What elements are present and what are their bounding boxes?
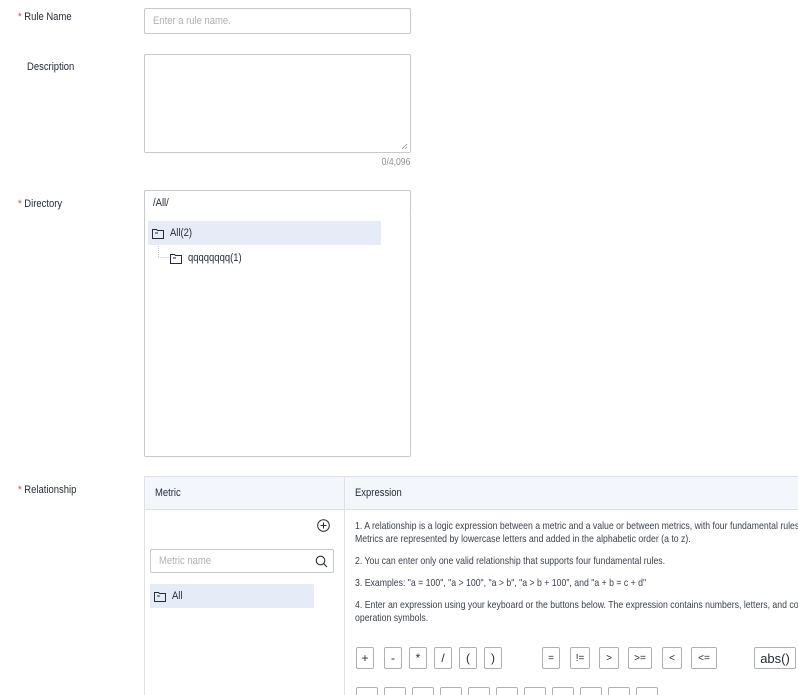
operator-button[interactable]	[552, 687, 574, 695]
rule-name-placeholder: Enter a rule name.	[153, 15, 231, 27]
tree-connector	[158, 246, 169, 258]
folder-icon	[170, 253, 182, 264]
tree-item-qqqqqqqq[interactable]: qqqqqqqq(1)	[170, 246, 250, 270]
operator-button[interactable]	[384, 687, 406, 695]
required-mark: *	[18, 484, 22, 496]
metric-column-header: Metric	[145, 477, 344, 509]
description-textarea[interactable]	[144, 54, 411, 153]
search-icon[interactable]	[315, 555, 328, 568]
directory-input[interactable]: /All/	[144, 190, 411, 215]
multiply-button[interactable]: *	[409, 647, 427, 669]
operator-button[interactable]	[608, 687, 630, 695]
description-label: Description	[27, 61, 75, 73]
not-equals-button[interactable]: !=	[570, 647, 590, 669]
open-paren-button[interactable]: (	[459, 647, 477, 669]
resize-handle-icon[interactable]	[401, 143, 408, 150]
expression-hint-line: 3. Examples: "a = 100", "a > 100", "a > …	[355, 577, 647, 589]
less-equal-button[interactable]: <=	[691, 647, 717, 669]
expression-hint-line: 1. A relationship is a logic expression …	[355, 520, 798, 532]
operator-button[interactable]	[524, 687, 546, 695]
abs-button[interactable]: abs()	[754, 647, 796, 669]
relationship-label: * Relationship	[18, 484, 77, 496]
required-mark: *	[18, 11, 22, 23]
metric-search-placeholder: Metric name	[159, 555, 212, 567]
minus-button[interactable]: -	[384, 647, 402, 669]
greater-than-button[interactable]: >	[599, 647, 619, 669]
operator-button[interactable]	[440, 687, 462, 695]
less-than-button[interactable]: <	[662, 647, 682, 669]
greater-equal-button[interactable]: >=	[628, 647, 652, 669]
directory-value: /All/	[153, 196, 169, 209]
operator-button[interactable]	[496, 687, 518, 695]
operator-button[interactable]	[412, 687, 434, 695]
tree-item-label: All(2)	[170, 227, 193, 239]
expression-hint-line: 4. Enter an expression using your keyboa…	[355, 599, 798, 611]
expression-hint-line: Metrics are represented by lowercase let…	[355, 533, 691, 545]
operator-button[interactable]	[580, 687, 602, 695]
folder-icon	[152, 228, 164, 239]
equals-button[interactable]: =	[542, 647, 560, 669]
folder-icon	[154, 591, 166, 602]
directory-label: * Directory	[18, 198, 63, 210]
required-mark: *	[18, 198, 22, 210]
expression-divider	[352, 637, 798, 638]
metric-search-input[interactable]: Metric name	[150, 549, 334, 573]
metric-tree-label: All	[172, 590, 183, 602]
tree-item-label: qqqqqqqq(1)	[188, 252, 242, 264]
rule-name-label: * Rule Name	[18, 11, 72, 23]
tree-item-all[interactable]: All(2)	[148, 221, 381, 245]
expression-column-header: Expression	[345, 477, 798, 509]
expression-hint-line: 2. You can enter only one valid relation…	[355, 555, 666, 567]
divide-button[interactable]: /	[434, 647, 452, 669]
plus-button[interactable]: +	[356, 647, 374, 669]
add-metric-icon[interactable]	[317, 519, 330, 532]
close-paren-button[interactable]: )	[484, 647, 502, 669]
metric-tree-item-all[interactable]: All	[150, 584, 314, 608]
header-divider	[145, 509, 798, 510]
operator-button[interactable]	[636, 687, 658, 695]
rule-name-input[interactable]: Enter a rule name.	[144, 8, 411, 34]
operator-button[interactable]	[468, 687, 490, 695]
expression-hint-line: operation symbols.	[355, 612, 429, 624]
operator-button[interactable]	[356, 687, 378, 695]
description-counter: 0/4,096	[381, 157, 410, 168]
